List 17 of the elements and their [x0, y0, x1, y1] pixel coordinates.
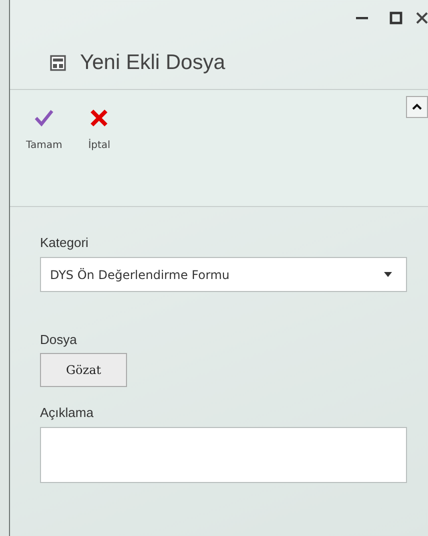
checkmark-icon — [34, 108, 54, 128]
category-dropdown[interactable]: DYS Ön Değerlendirme Formu — [40, 257, 407, 292]
field-label: Kategori — [40, 235, 88, 250]
close-icon — [415, 11, 428, 25]
cancel-button[interactable]: İptal — [88, 108, 110, 151]
form-icon — [50, 54, 66, 70]
maximize-icon — [389, 11, 403, 25]
field-label: Dosya — [40, 332, 77, 347]
window-title: Yeni Ekli Dosya — [80, 50, 226, 74]
ok-button[interactable]: Tamam — [26, 108, 62, 151]
dropdown-arrow-icon — [384, 272, 392, 277]
browse-button[interactable]: Gözat — [40, 353, 127, 387]
cross-icon — [90, 108, 108, 128]
description-field[interactable] — [40, 427, 407, 483]
field-label: Açıklama — [40, 405, 94, 420]
caret-up-icon — [412, 103, 422, 111]
collapse-button[interactable] — [406, 96, 428, 118]
